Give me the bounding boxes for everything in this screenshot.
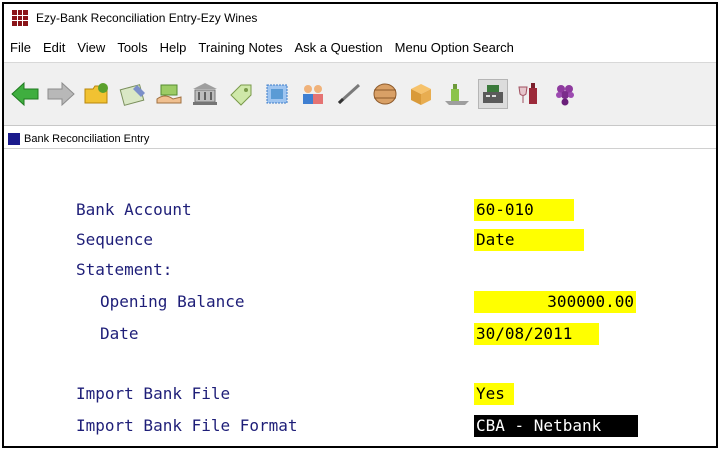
opening-balance-field[interactable]: 300000.00 [474, 291, 636, 313]
statement-label: Statement: [76, 260, 173, 279]
cheque-book-icon[interactable] [118, 79, 148, 109]
title-bar: Ezy-Bank Reconciliation Entry-Ezy Wines [4, 4, 716, 32]
menu-bar: File Edit View Tools Help Training Notes… [4, 36, 716, 58]
box-icon[interactable] [406, 79, 436, 109]
back-arrow-icon[interactable] [10, 79, 40, 109]
import-bank-file-format-field[interactable]: CBA - Netbank [474, 415, 638, 437]
people-icon[interactable] [298, 79, 328, 109]
bank-account-field[interactable]: 60-010 [474, 199, 574, 221]
statement-date-label: Date [100, 324, 139, 343]
panel-icon [8, 133, 20, 145]
sequence-label: Sequence [76, 230, 154, 249]
menu-option-search[interactable]: Menu Option Search [389, 40, 514, 55]
pen-icon[interactable] [334, 79, 364, 109]
bank-reconciliation-form: Bank Account 60-010 Sequence Date Statem… [4, 152, 716, 446]
folder-icon[interactable] [82, 79, 112, 109]
sequence-field[interactable]: Date [474, 229, 584, 251]
statement-date-field[interactable]: 30/08/2011 [474, 323, 599, 345]
opening-balance-label: Opening Balance [100, 292, 245, 311]
menu-ask-a-question[interactable]: Ask a Question [288, 40, 382, 55]
menu-edit[interactable]: Edit [37, 40, 65, 55]
grapes-icon[interactable] [550, 79, 580, 109]
menu-help[interactable]: Help [154, 40, 187, 55]
menu-file[interactable]: File [4, 40, 31, 55]
app-window: Ezy-Bank Reconciliation Entry-Ezy Wines … [2, 2, 718, 448]
forward-arrow-icon[interactable] [46, 79, 76, 109]
import-bank-file-format-label: Import Bank File Format [76, 416, 298, 435]
import-bank-file-label: Import Bank File [76, 384, 231, 403]
toolbar [4, 62, 716, 126]
panel-title: Bank Reconciliation Entry [24, 133, 150, 145]
barrel-icon[interactable] [370, 79, 400, 109]
bottle-cart-icon[interactable] [442, 79, 472, 109]
wine-glass-icon[interactable] [514, 79, 544, 109]
app-icon [12, 10, 28, 26]
panel-header: Bank Reconciliation Entry [4, 130, 716, 149]
window-title: Ezy-Bank Reconciliation Entry-Ezy Wines [36, 11, 258, 25]
stamp-icon[interactable] [262, 79, 292, 109]
money-hand-icon[interactable] [154, 79, 184, 109]
menu-tools[interactable]: Tools [111, 40, 147, 55]
bank-account-label: Bank Account [76, 200, 192, 219]
import-bank-file-field[interactable]: Yes [474, 383, 514, 405]
bank-building-icon[interactable] [190, 79, 220, 109]
menu-training-notes[interactable]: Training Notes [192, 40, 282, 55]
tag-icon[interactable] [226, 79, 256, 109]
menu-view[interactable]: View [71, 40, 105, 55]
cash-register-icon[interactable] [478, 79, 508, 109]
